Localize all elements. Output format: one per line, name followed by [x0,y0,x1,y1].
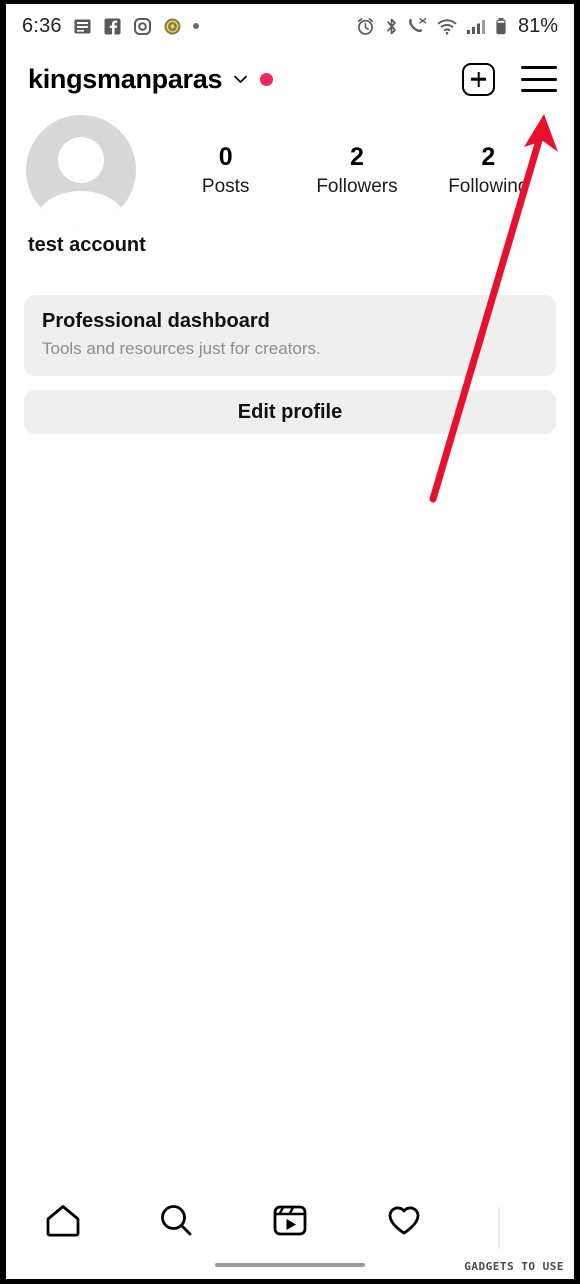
chevron-down-icon[interactable] [233,72,248,87]
instagram-icon [133,17,152,36]
signal-icon [466,17,486,36]
nav-activity-button[interactable] [347,1199,461,1246]
phone-screen: 6:36 81% kingsmanparas 0 Posts 2 Followe… [0,0,580,1284]
bluetooth-icon [384,17,399,36]
home-icon [42,1199,84,1246]
card-subtitle: Tools and resources just for creators. [42,339,321,358]
more-dot-icon [192,23,199,29]
bottom-navigation-bar [6,1191,574,1253]
home-indicator[interactable] [215,1263,365,1267]
profile-header: kingsmanparas [6,48,574,110]
stat-value: 0 [218,143,233,172]
reels-icon [269,1199,311,1246]
facebook-icon [103,17,122,36]
avatar-head [58,137,104,183]
stat-posts[interactable]: 0 Posts [160,142,291,197]
nav-search-button[interactable] [120,1199,234,1246]
heart-icon [383,1199,425,1246]
coin-icon [163,17,182,36]
battery-percent-label: 81% [517,14,558,37]
account-switcher-username[interactable]: kingsmanparas [28,64,222,95]
messages-icon [73,17,92,36]
stat-label: Followers [316,175,398,197]
profile-stats: 0 Posts 2 Followers 2 Following [160,142,554,197]
hamburger-menu-icon[interactable] [521,66,557,92]
profile-summary: 0 Posts 2 Followers 2 Following [6,110,574,225]
status-bar-right: 81% [356,15,558,38]
stat-value: 2 [481,143,496,172]
header-actions [462,62,557,96]
nav-home-button[interactable] [6,1199,120,1246]
status-bar-clock: 6:36 [22,14,62,37]
nav-reels-button[interactable] [233,1199,347,1246]
plus-square-icon[interactable] [462,62,495,96]
alarm-icon [356,17,375,36]
edit-profile-button[interactable]: Edit profile [24,390,556,434]
avatar-body [37,191,125,225]
default-avatar-icon[interactable] [26,115,136,225]
call-mute-icon [408,17,428,36]
edit-profile-label: Edit profile [237,400,343,423]
stat-label: Posts [201,175,250,197]
status-bar-left: 6:36 [22,15,199,38]
stat-label: Following [448,175,529,197]
stat-value: 2 [350,143,364,172]
new-account-badge [260,72,274,86]
card-title: Professional dashboard [42,310,270,332]
professional-dashboard-card[interactable]: Professional dashboard Tools and resourc… [24,295,556,376]
status-bar: 6:36 81% [6,4,574,48]
search-icon [155,1199,197,1246]
stat-following[interactable]: 2 Following [423,142,554,197]
wifi-icon [437,17,457,36]
watermark-label: GADGETS TO USE [464,1260,564,1273]
stat-followers[interactable]: 2 Followers [291,142,422,197]
battery-icon [495,17,507,36]
